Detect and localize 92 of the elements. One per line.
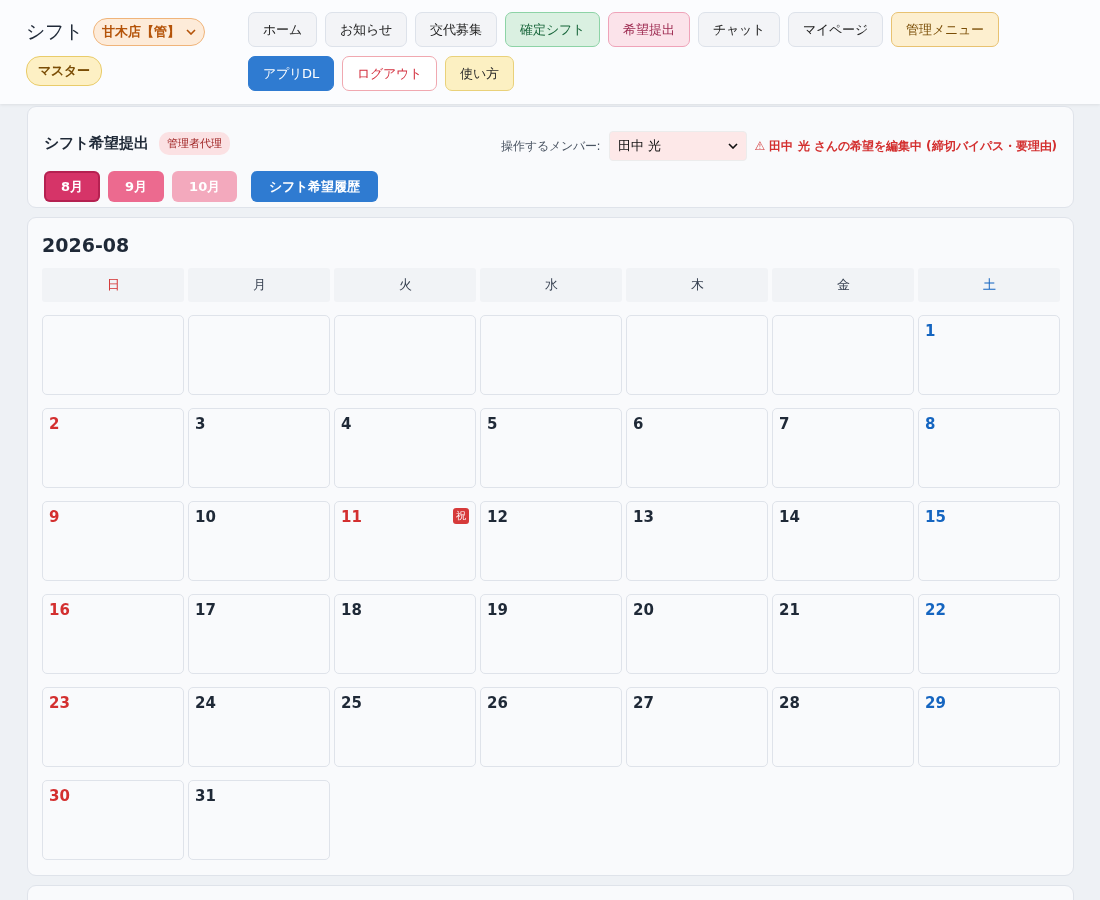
day-number: 27 xyxy=(633,694,654,712)
day-cell[interactable]: 14 xyxy=(772,501,914,581)
nav-button[interactable]: 確定シフト xyxy=(505,12,600,47)
day-cell[interactable]: 15 xyxy=(918,501,1060,581)
day-cell[interactable]: 12 xyxy=(480,501,622,581)
month-tab[interactable]: 8月 xyxy=(44,171,101,202)
day-cell[interactable]: 7 xyxy=(772,408,914,488)
warning-text: ⚠ 田中 光 さんの希望を編集中 (締切バイパス・要理由) xyxy=(754,137,1057,155)
day-cell[interactable]: 26 xyxy=(480,687,622,767)
day-number: 7 xyxy=(779,415,790,433)
day-number: 26 xyxy=(487,694,508,712)
day-cell[interactable]: 18 xyxy=(334,594,476,674)
nav-button[interactable]: 希望提出 xyxy=(608,12,690,47)
day-cell[interactable]: 25 xyxy=(334,687,476,767)
day-number: 23 xyxy=(49,694,70,712)
calendar-title: 2026-08 xyxy=(42,234,131,256)
day-cell[interactable]: 5 xyxy=(480,408,622,488)
day-number: 21 xyxy=(779,601,800,619)
nav-button[interactable]: 交代募集 xyxy=(415,12,497,47)
day-number: 13 xyxy=(633,508,654,526)
day-number: 6 xyxy=(633,415,644,433)
day-cell[interactable]: 31 xyxy=(188,780,330,860)
day-cell[interactable]: 3 xyxy=(188,408,330,488)
nav-button[interactable]: 管理メニュー xyxy=(891,12,999,47)
day-number: 9 xyxy=(49,508,60,526)
section-title: シフト希望提出 xyxy=(44,133,149,153)
day-cell[interactable]: 24 xyxy=(188,687,330,767)
day-number: 19 xyxy=(487,601,508,619)
nav-button[interactable]: ホーム xyxy=(248,12,317,47)
nav-button[interactable]: チャット xyxy=(698,12,780,47)
day-number: 11 xyxy=(341,508,362,526)
day-number: 12 xyxy=(487,508,508,526)
weekday-header: 金 xyxy=(772,268,914,302)
day-number: 17 xyxy=(195,601,216,619)
day-number: 30 xyxy=(49,787,70,805)
nav-button[interactable]: アプリDL xyxy=(248,56,335,91)
day-number: 1 xyxy=(925,322,936,340)
day-cell[interactable]: 2 xyxy=(42,408,184,488)
nav-button[interactable]: マイページ xyxy=(788,12,883,47)
weekday-header: 水 xyxy=(480,268,622,302)
day-number: 24 xyxy=(195,694,216,712)
day-cell[interactable]: 23 xyxy=(42,687,184,767)
day-cell[interactable]: 19 xyxy=(480,594,622,674)
day-cell[interactable]: 9 xyxy=(42,501,184,581)
proxy-badge: 管理者代理 xyxy=(159,131,230,155)
day-number: 8 xyxy=(925,415,936,433)
day-cell[interactable]: 21 xyxy=(772,594,914,674)
day-number: 22 xyxy=(925,601,946,619)
weekday-header: 木 xyxy=(626,268,768,302)
nav-button[interactable]: ログアウト xyxy=(342,56,438,91)
day-number: 2 xyxy=(49,415,60,433)
day-number: 10 xyxy=(195,508,216,526)
store-select[interactable]: 甘木店【管】 xyxy=(93,18,205,46)
nav-button[interactable]: お知らせ xyxy=(325,12,407,47)
day-cell[interactable]: 27 xyxy=(626,687,768,767)
app-title: シフト xyxy=(26,19,83,44)
day-number: 18 xyxy=(341,601,362,619)
history-button[interactable]: シフト希望履歴 xyxy=(251,171,379,202)
day-number: 28 xyxy=(779,694,800,712)
day-cell[interactable]: 20 xyxy=(626,594,768,674)
day-number: 20 xyxy=(633,601,654,619)
day-cell[interactable]: 29 xyxy=(918,687,1060,767)
day-number: 29 xyxy=(925,694,946,712)
day-cell[interactable]: 22 xyxy=(918,594,1060,674)
day-number: 14 xyxy=(779,508,800,526)
day-number: 5 xyxy=(487,415,498,433)
nav-button[interactable]: 使い方 xyxy=(445,56,515,91)
day-cell[interactable]: 11 祝 xyxy=(334,501,476,581)
day-cell[interactable]: 4 xyxy=(334,408,476,488)
day-number: 25 xyxy=(341,694,362,712)
weekday-header: 土 xyxy=(918,268,1060,302)
day-cell[interactable]: 17 xyxy=(188,594,330,674)
role-badge: マスター xyxy=(26,56,102,86)
holiday-badge: 祝 xyxy=(453,508,469,524)
day-number: 31 xyxy=(195,787,216,805)
day-cell[interactable]: 28 xyxy=(772,687,914,767)
weekday-header: 日 xyxy=(42,268,184,302)
day-number: 15 xyxy=(925,508,946,526)
day-cell[interactable]: 10 xyxy=(188,501,330,581)
day-cell[interactable]: 6 xyxy=(626,408,768,488)
day-cell[interactable]: 30 xyxy=(42,780,184,860)
day-cell[interactable]: 13 xyxy=(626,501,768,581)
member-select[interactable]: 田中 光 xyxy=(608,131,747,161)
day-cell[interactable]: 1 xyxy=(918,315,1060,395)
weekday-header: 火 xyxy=(334,268,476,302)
weekday-header: 月 xyxy=(188,268,330,302)
member-label: 操作するメンバー: xyxy=(500,137,601,155)
day-cell[interactable]: 8 xyxy=(918,408,1060,488)
day-number: 3 xyxy=(195,415,206,433)
day-number: 16 xyxy=(49,601,70,619)
day-cell[interactable]: 16 xyxy=(42,594,184,674)
day-number: 4 xyxy=(341,415,352,433)
